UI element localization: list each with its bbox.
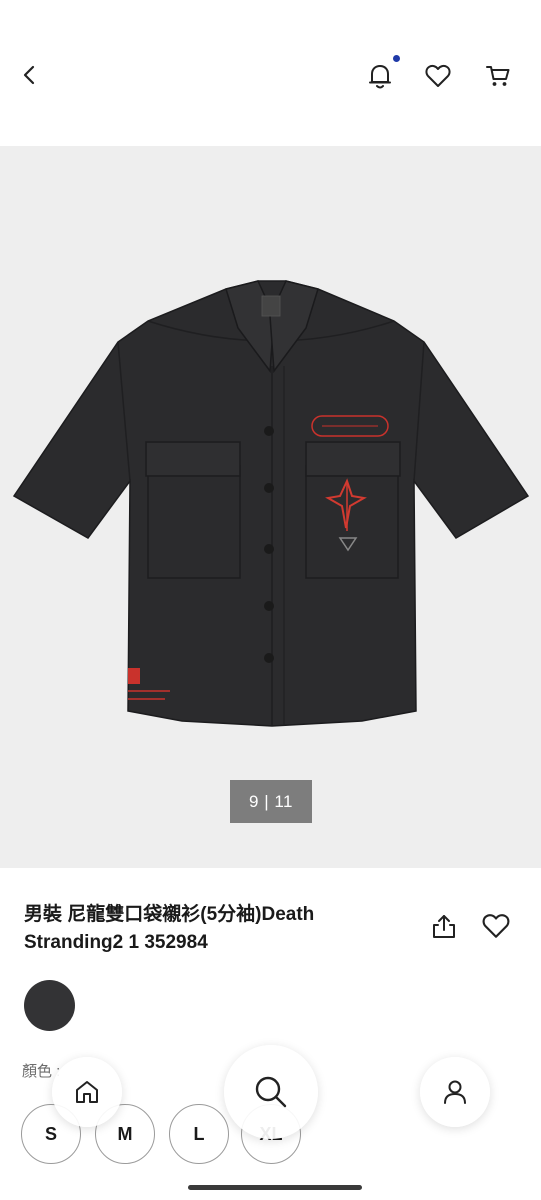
notification-button[interactable]: [362, 58, 398, 94]
product-title-line-1: 男裝 尼龍雙口袋襯衫(5分袖)Death: [24, 904, 315, 925]
home-nav-button[interactable]: [52, 1057, 122, 1127]
user-icon: [444, 1080, 466, 1104]
product-image: [0, 146, 541, 868]
product-title: 男裝 尼龍雙口袋襯衫(5分袖)Death Stranding2 1 352984: [24, 901, 404, 957]
share-button[interactable]: [428, 908, 460, 944]
color-swatch-black[interactable]: [24, 980, 75, 1031]
heart-icon: [482, 914, 510, 938]
top-bar: [0, 0, 541, 146]
product-title-line-2: Stranding2 1 352984: [24, 932, 208, 953]
add-to-wishlist-button[interactable]: [478, 908, 514, 944]
heart-icon: [425, 64, 451, 87]
cart-icon: [486, 66, 510, 86]
favorites-button[interactable]: [420, 58, 456, 94]
cart-button[interactable]: [480, 58, 516, 94]
share-icon: [433, 915, 455, 938]
bell-icon: [369, 65, 391, 89]
notification-dot: [393, 55, 400, 62]
image-counter: 9 | 11: [230, 780, 312, 823]
product-image-gallery[interactable]: 9 | 11: [0, 146, 541, 868]
search-nav-button[interactable]: [224, 1045, 318, 1139]
home-indicator: [188, 1185, 362, 1190]
account-nav-button[interactable]: [420, 1057, 490, 1127]
chevron-left-icon: [23, 65, 35, 85]
home-icon: [76, 1081, 98, 1103]
size-button-l[interactable]: L: [169, 1104, 229, 1164]
search-icon: [255, 1076, 287, 1108]
back-button[interactable]: [12, 58, 46, 92]
